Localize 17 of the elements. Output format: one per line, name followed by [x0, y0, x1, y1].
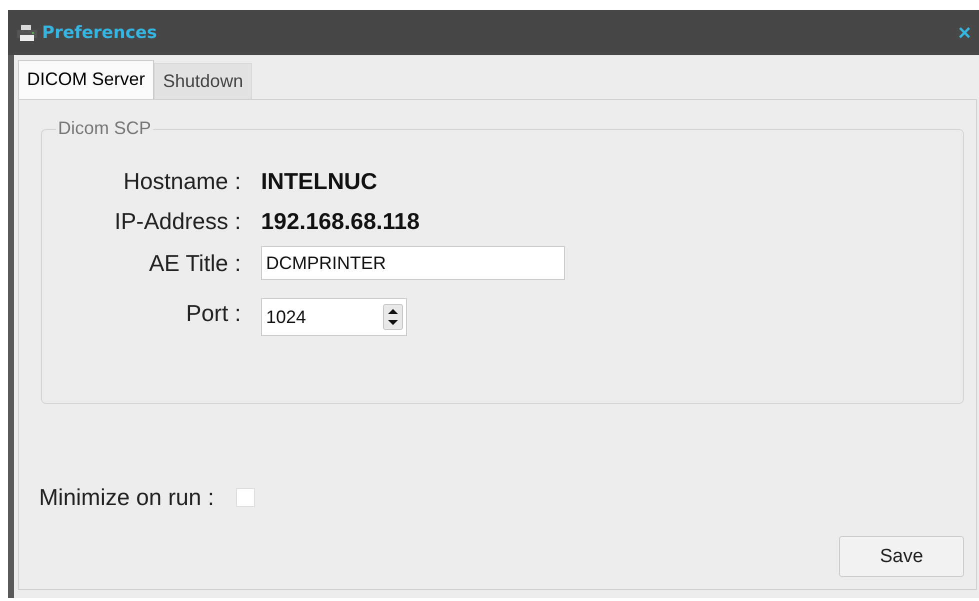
tab[interactable]: DICOM Server [18, 60, 154, 99]
close-button[interactable]: × [958, 20, 971, 46]
field-label: Port : [185, 299, 241, 328]
field-value: 192.168.68.118 [261, 208, 421, 234]
option-label: Minimize on run : [39, 484, 214, 511]
input-field[interactable]: DCMPRINTER [261, 246, 565, 280]
window-title: Preferences [42, 22, 158, 42]
checkbox[interactable] [236, 488, 256, 507]
printer-icon [16, 24, 38, 42]
save-button[interactable]: Save [839, 536, 964, 577]
tab[interactable]: Shutdown [154, 63, 252, 99]
spin-field[interactable]: 1024 [261, 298, 407, 336]
field-label: AE Title : [148, 249, 241, 278]
field-label: IP-Address : [113, 207, 241, 236]
field-value: INTELNUC [261, 168, 378, 194]
field-label: Hostname : [122, 167, 241, 196]
spin-arrows-icon[interactable] [383, 304, 403, 330]
